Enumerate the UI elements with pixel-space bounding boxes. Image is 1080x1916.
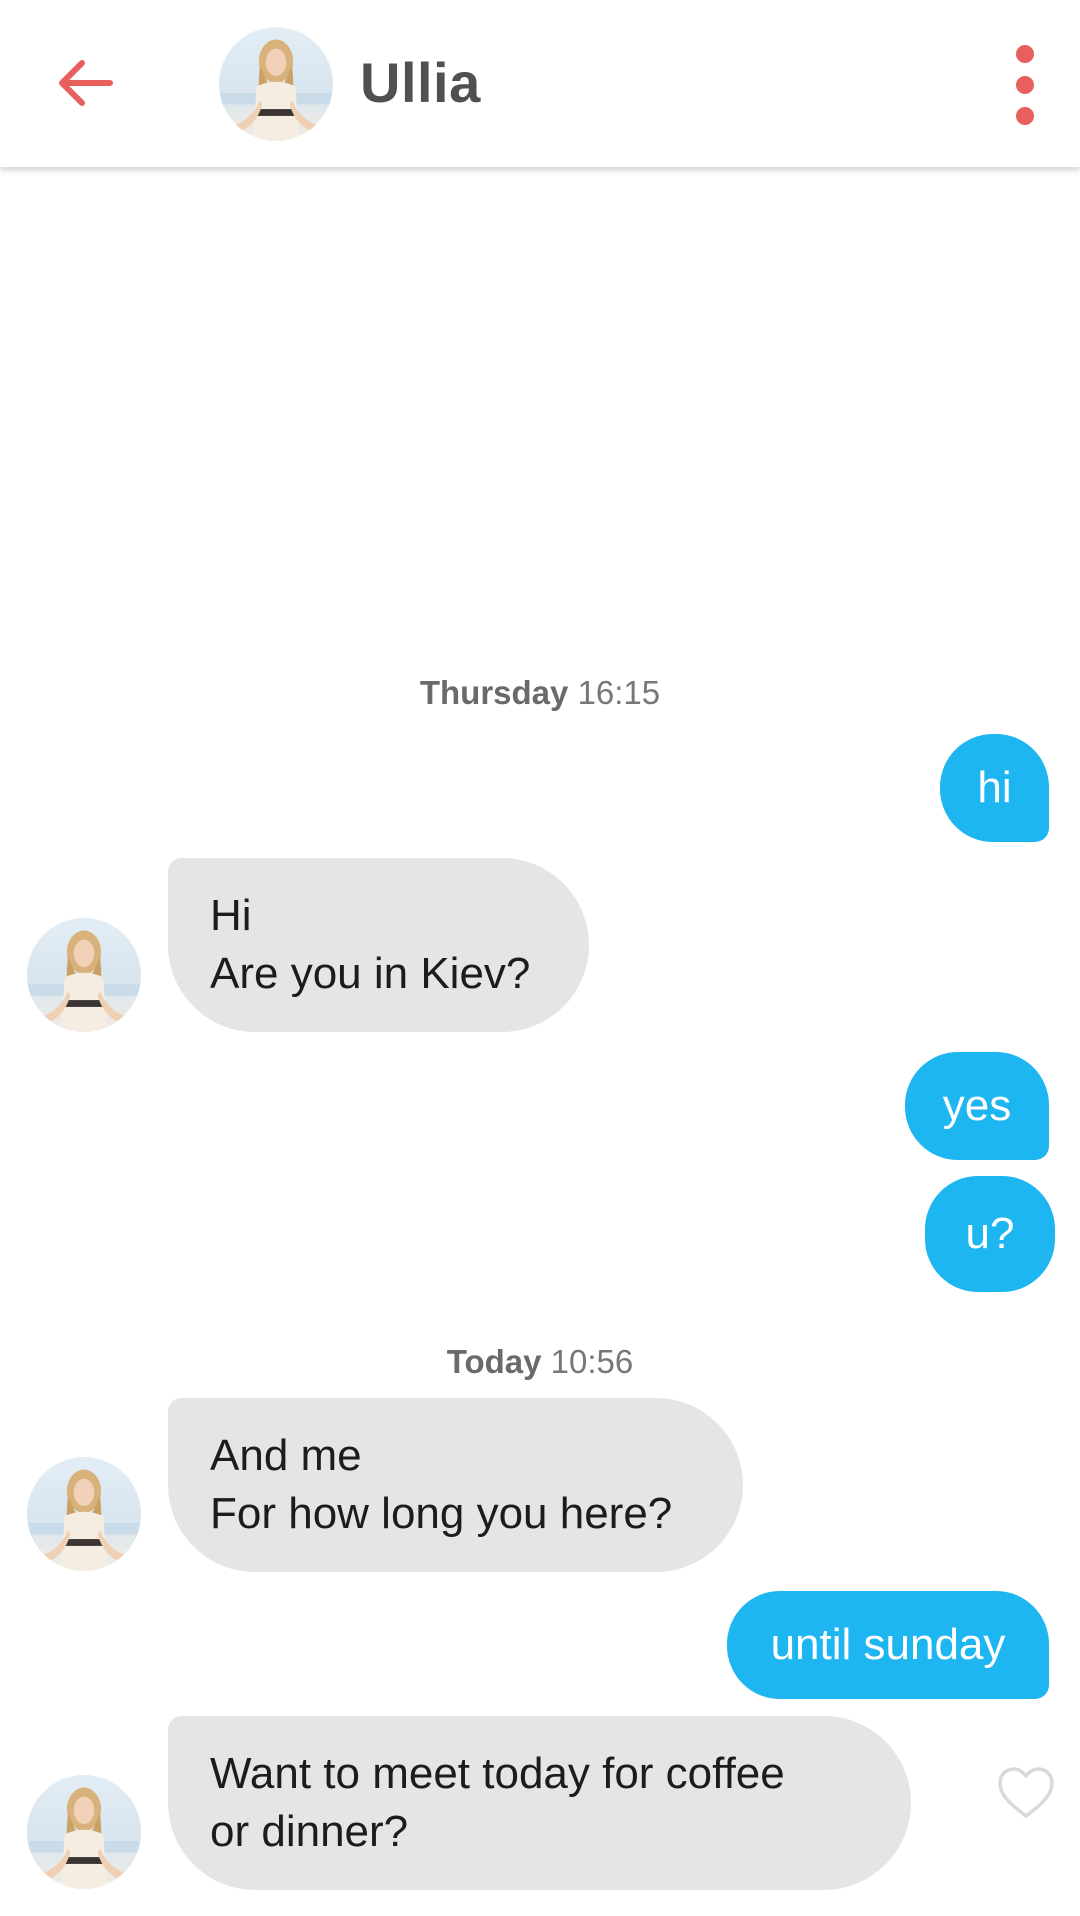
message-text: until sunday [770,1620,1006,1669]
message-text: yes [942,1081,1012,1130]
message-text: Are you in Kiev? [210,949,531,998]
message-text: And me [210,1431,362,1480]
message-bubble-incoming[interactable]: And me For how long you here? [168,1398,743,1572]
back-button[interactable] [50,48,120,118]
timestamp-time: 10:56 [550,1343,634,1380]
like-message-button[interactable] [996,1765,1056,1821]
more-options-button[interactable] [1000,45,1050,125]
message-bubble-outgoing[interactable]: u? [925,1176,1055,1292]
contact-avatar-small[interactable] [27,1775,141,1889]
contact-avatar[interactable] [219,27,333,141]
avatar-photo [219,27,333,141]
timestamp-thursday: Thursday 16:15 [0,674,1080,712]
message-text: or dinner? [210,1807,409,1856]
arrow-left-icon [59,60,113,106]
avatar-photo [27,1775,141,1889]
message-bubble-outgoing[interactable]: until sunday [727,1591,1049,1699]
message-bubble-outgoing[interactable]: yes [905,1052,1049,1160]
heart-outline-icon [998,1767,1054,1818]
avatar-photo [27,918,141,1032]
timestamp-time: 16:15 [577,674,661,711]
timestamp-day: Thursday [419,674,569,711]
message-text: hi [977,763,1012,812]
contact-avatar-small[interactable] [27,918,141,1032]
message-text: u? [965,1209,1015,1258]
message-bubble-incoming[interactable]: Hi Are you in Kiev? [168,858,589,1032]
contact-name[interactable]: Ullia [360,50,481,115]
message-bubble-incoming[interactable]: Want to meet today for coffee or dinner? [168,1716,911,1890]
chat-header: Ullia [0,0,1080,167]
message-bubble-outgoing[interactable]: hi [940,734,1049,842]
contact-avatar-small[interactable] [27,1457,141,1571]
message-text: Want to meet today for coffee [210,1749,785,1798]
timestamp-day: Today [446,1343,542,1380]
timestamp-today: Today 10:56 [0,1343,1080,1381]
more-vertical-icon [1016,45,1034,63]
message-text: Hi [210,891,252,940]
avatar-photo [27,1457,141,1571]
message-text: For how long you here? [210,1489,673,1538]
